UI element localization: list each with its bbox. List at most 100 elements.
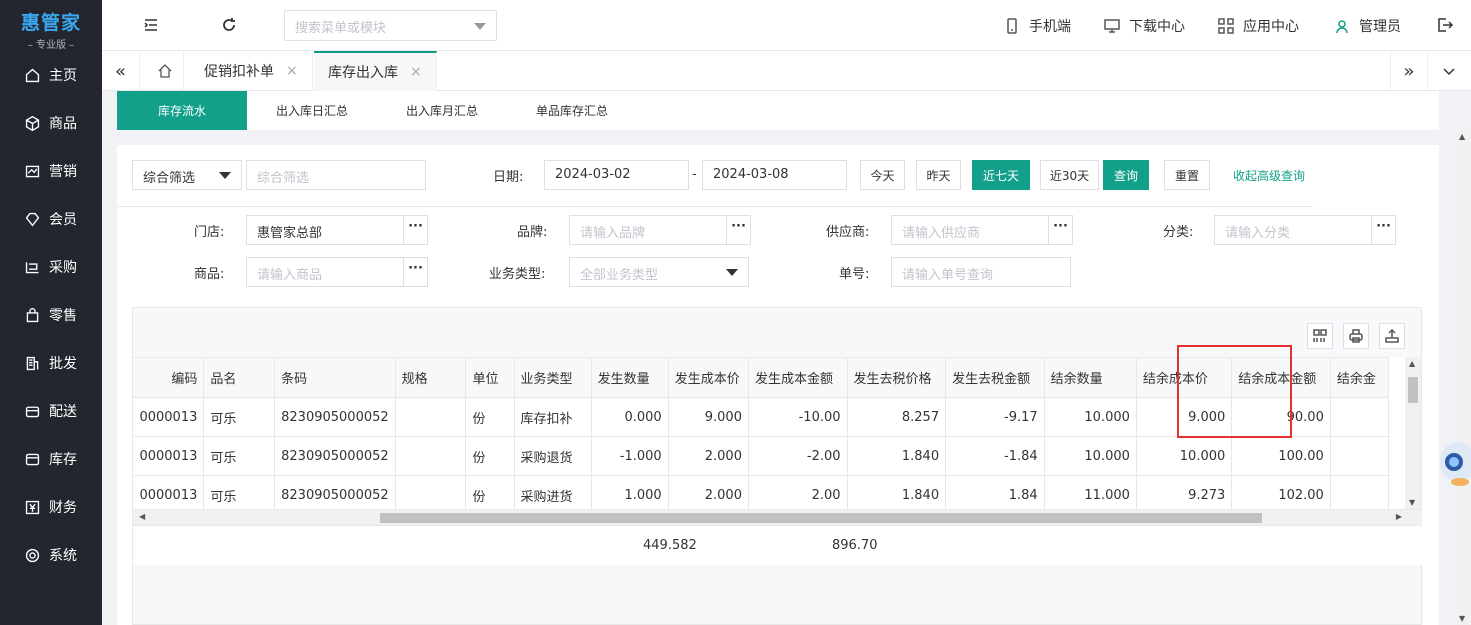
column-header[interactable]: 发生数量 (590, 357, 669, 398)
combo-filter-select[interactable]: 综合筛选 (132, 160, 242, 190)
column-header[interactable]: 发生成本金额 (747, 357, 848, 398)
scroll-left-arrow-icon[interactable]: ◀ (139, 512, 145, 521)
logo: 惠管家 – 专业版 – (0, 0, 102, 51)
scroll-tabs-left-button[interactable]: « (102, 51, 140, 91)
last-7-days-button[interactable]: 近七天 (972, 160, 1030, 190)
refresh-icon[interactable] (220, 16, 238, 34)
scroll-up-arrow-icon[interactable]: ▲ (1409, 359, 1415, 368)
column-header[interactable]: 发生成本价 (667, 357, 749, 398)
combo-filter-input[interactable]: 综合筛选 (246, 160, 426, 190)
biztype-value: 全部业务类型 (580, 268, 659, 283)
close-icon[interactable]: × (286, 63, 298, 79)
sidebar-item-inventory[interactable]: 库存 (0, 435, 102, 483)
sidebar-item-finance[interactable]: 财务 (0, 483, 102, 531)
horizontal-scroll-thumb[interactable] (380, 513, 1262, 523)
cube-icon (25, 115, 40, 131)
chart-icon (25, 165, 40, 177)
subtab-daily-summary[interactable]: 出入库日汇总 (247, 91, 377, 130)
sidebar-item-retail[interactable]: 零售 (0, 291, 102, 339)
sidebar-item-label: 财务 (49, 500, 77, 516)
tab-label: 促销扣补单 (204, 64, 274, 80)
sidebar-item-label: 商品 (49, 116, 77, 132)
app-center-link[interactable]: 应用中心 (1218, 16, 1299, 36)
more-icon[interactable]: ··· (726, 216, 750, 244)
sidebar-item-member[interactable]: 会员 (0, 195, 102, 243)
menu-toggle-icon[interactable] (142, 16, 160, 34)
box-icon (25, 453, 40, 465)
menu-search-input[interactable]: 搜索菜单或模块 (284, 10, 497, 41)
subtab-item-summary[interactable]: 单品库存汇总 (507, 91, 637, 130)
table-cell: 可乐 (203, 436, 276, 476)
logout-icon[interactable] (1436, 16, 1454, 34)
last-30-days-button[interactable]: 近30天 (1040, 160, 1099, 190)
table-row[interactable]: 0000013 可乐 8230905000052 份采购退货 -1.000 2.000 -2… (133, 436, 1390, 476)
more-icon[interactable]: ··· (1371, 216, 1395, 244)
more-icon[interactable]: ··· (403, 258, 427, 286)
columns-button[interactable] (1307, 323, 1333, 349)
scroll-down-arrow-icon[interactable]: ▼ (1409, 498, 1415, 507)
orderno-input[interactable]: 请输入单号查询 (891, 257, 1071, 287)
product-input[interactable]: 请输入商品 ··· (246, 257, 428, 287)
tab-promotion[interactable]: 促销扣补单 × (190, 51, 313, 91)
subtab-monthly-summary[interactable]: 出入库月汇总 (377, 91, 507, 130)
assistant-robot-icon[interactable] (1436, 430, 1471, 490)
page-scrollbar[interactable]: ▲ ▼ (1456, 130, 1471, 625)
biztype-select[interactable]: 全部业务类型 (569, 257, 749, 287)
toggle-advanced-query-link[interactable]: 收起高级查询 (1233, 167, 1305, 184)
tab-label: 库存出入库 (328, 65, 398, 81)
column-header[interactable]: 单位 (465, 357, 515, 398)
column-header[interactable]: 规格 (394, 357, 467, 398)
scroll-tabs-right-button[interactable]: » (1390, 51, 1428, 91)
user-label: 管理员 (1359, 19, 1401, 35)
reset-button[interactable]: 重置 (1164, 160, 1210, 190)
home-tab-button[interactable] (146, 51, 184, 91)
user-menu[interactable]: 管理员 (1334, 16, 1401, 36)
more-icon[interactable]: ··· (1048, 216, 1072, 244)
sidebar-item-system[interactable]: 系统 (0, 531, 102, 579)
close-icon[interactable]: × (410, 64, 422, 80)
column-header[interactable]: 发生去税金额 (945, 357, 1045, 398)
sidebar-item-goods[interactable]: 商品 (0, 99, 102, 147)
store-input[interactable]: 惠管家总部 ··· (246, 215, 428, 245)
sidebar-item-purchase[interactable]: 采购 (0, 243, 102, 291)
sidebar-item-home[interactable]: 主页 (0, 51, 102, 99)
category-input[interactable]: 请输入分类 ··· (1214, 215, 1396, 245)
date-start-input[interactable]: 2024-03-02 (544, 160, 689, 190)
column-header[interactable]: 发生去税价格 (846, 357, 947, 398)
date-end-input[interactable]: 2024-03-08 (702, 160, 847, 190)
download-center-link[interactable]: 下载中心 (1104, 16, 1185, 36)
sidebar-item-label: 采购 (49, 260, 77, 276)
search-placeholder: 搜索菜单或模块 (295, 21, 387, 36)
scroll-up-arrow-icon[interactable]: ▲ (1459, 132, 1465, 141)
column-header[interactable]: 条码 (274, 357, 396, 398)
yesterday-button[interactable]: 昨天 (916, 160, 961, 190)
sidebar-item-delivery[interactable]: 配送 (0, 387, 102, 435)
column-header[interactable]: 编码 (133, 357, 205, 398)
supplier-input[interactable]: 请输入供应商 ··· (891, 215, 1073, 245)
column-header[interactable]: 结余金 (1329, 357, 1390, 398)
scroll-right-arrow-icon[interactable]: ▶ (1396, 512, 1402, 521)
print-button[interactable] (1343, 323, 1369, 349)
brand-input[interactable]: 请输入品牌 ··· (569, 215, 751, 245)
subtab-stock-flow[interactable]: 库存流水 (117, 91, 247, 130)
tab-inventory-io[interactable]: 库存出入库 × (314, 51, 437, 91)
column-header[interactable]: 业务类型 (513, 357, 592, 398)
phone-icon (1007, 18, 1017, 34)
export-button[interactable] (1379, 323, 1405, 349)
table-cell: 0000013 (133, 397, 205, 437)
sidebar-item-wholesale[interactable]: 批发 (0, 339, 102, 387)
vertical-scrollbar[interactable]: ▲ ▼ (1405, 357, 1421, 509)
mobile-link[interactable]: 手机端 (1004, 16, 1071, 36)
vertical-scroll-thumb[interactable] (1408, 377, 1418, 403)
column-header[interactable]: 品名 (203, 357, 276, 398)
tabs-menu-button[interactable] (1430, 51, 1468, 91)
truck-icon (25, 406, 40, 417)
column-header[interactable]: 结余数量 (1043, 357, 1137, 398)
more-icon[interactable]: ··· (403, 216, 427, 244)
today-button[interactable]: 今天 (860, 160, 905, 190)
scroll-down-arrow-icon[interactable]: ▼ (1459, 614, 1465, 623)
table-cell: 10.000 (1043, 436, 1137, 476)
horizontal-scrollbar[interactable]: ◀ ▶ (133, 509, 1422, 525)
sidebar-item-marketing[interactable]: 营销 (0, 147, 102, 195)
query-button[interactable]: 查询 (1103, 160, 1149, 190)
